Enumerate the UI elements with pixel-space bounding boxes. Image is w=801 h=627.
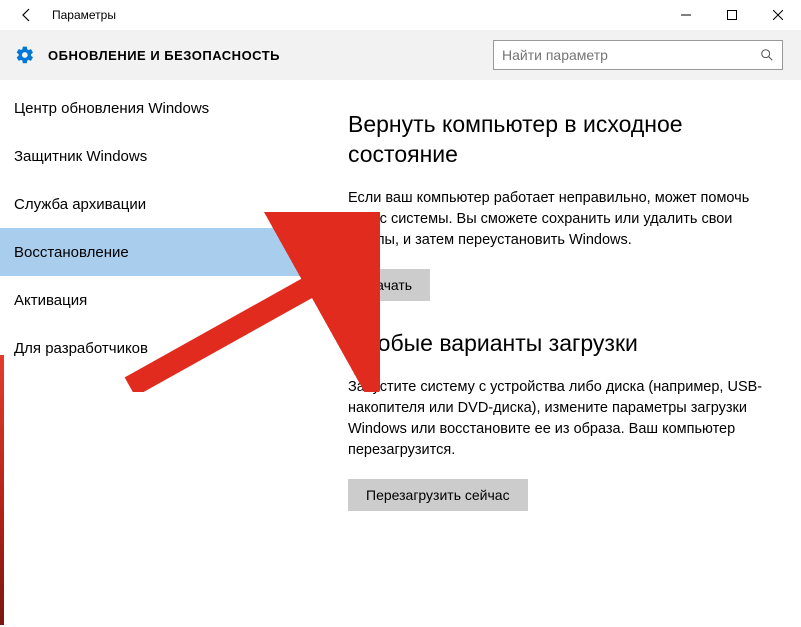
sidebar-item-activation[interactable]: Активация <box>0 276 318 324</box>
back-button[interactable] <box>12 0 42 30</box>
titlebar: Параметры <box>0 0 801 30</box>
page-title: ОБНОВЛЕНИЕ И БЕЗОПАСНОСТЬ <box>48 48 280 63</box>
close-button[interactable] <box>755 0 801 30</box>
content: Вернуть компьютер в исходное состояние Е… <box>318 80 801 627</box>
search-box[interactable] <box>493 40 783 70</box>
sidebar-item-backup[interactable]: Служба архивации <box>0 180 318 228</box>
search-icon[interactable] <box>752 48 782 62</box>
search-input[interactable] <box>494 47 752 63</box>
sidebar-accent <box>0 355 4 625</box>
maximize-button[interactable] <box>709 0 755 30</box>
reset-pc-title: Вернуть компьютер в исходное состояние <box>348 110 771 170</box>
sidebar-item-defender[interactable]: Защитник Windows <box>0 132 318 180</box>
sidebar-item-windows-update[interactable]: Центр обновления Windows <box>0 84 318 132</box>
gear-icon <box>14 44 36 66</box>
start-button[interactable]: Начать <box>348 269 430 301</box>
sidebar-item-label: Восстановление <box>14 244 129 261</box>
restart-now-button[interactable]: Перезагрузить сейчас <box>348 479 528 511</box>
sidebar-item-label: Центр обновления Windows <box>14 100 209 117</box>
header: ОБНОВЛЕНИЕ И БЕЗОПАСНОСТЬ <box>0 30 801 80</box>
sidebar-item-recovery[interactable]: Восстановление <box>0 228 318 276</box>
reset-pc-text: Если ваш компьютер работает неправильно,… <box>348 188 771 251</box>
window-title: Параметры <box>52 8 116 22</box>
sidebar: Центр обновления Windows Защитник Window… <box>0 80 318 627</box>
sidebar-item-label: Защитник Windows <box>14 148 147 165</box>
window-controls <box>663 0 801 30</box>
advanced-startup-text: Запустите систему с устройства либо диск… <box>348 377 771 461</box>
sidebar-item-label: Служба архивации <box>14 196 146 213</box>
sidebar-item-label: Для разработчиков <box>14 340 148 357</box>
sidebar-item-label: Активация <box>14 292 87 309</box>
minimize-button[interactable] <box>663 0 709 30</box>
sidebar-item-developers[interactable]: Для разработчиков <box>0 324 318 372</box>
advanced-startup-title: Особые варианты загрузки <box>348 329 771 359</box>
